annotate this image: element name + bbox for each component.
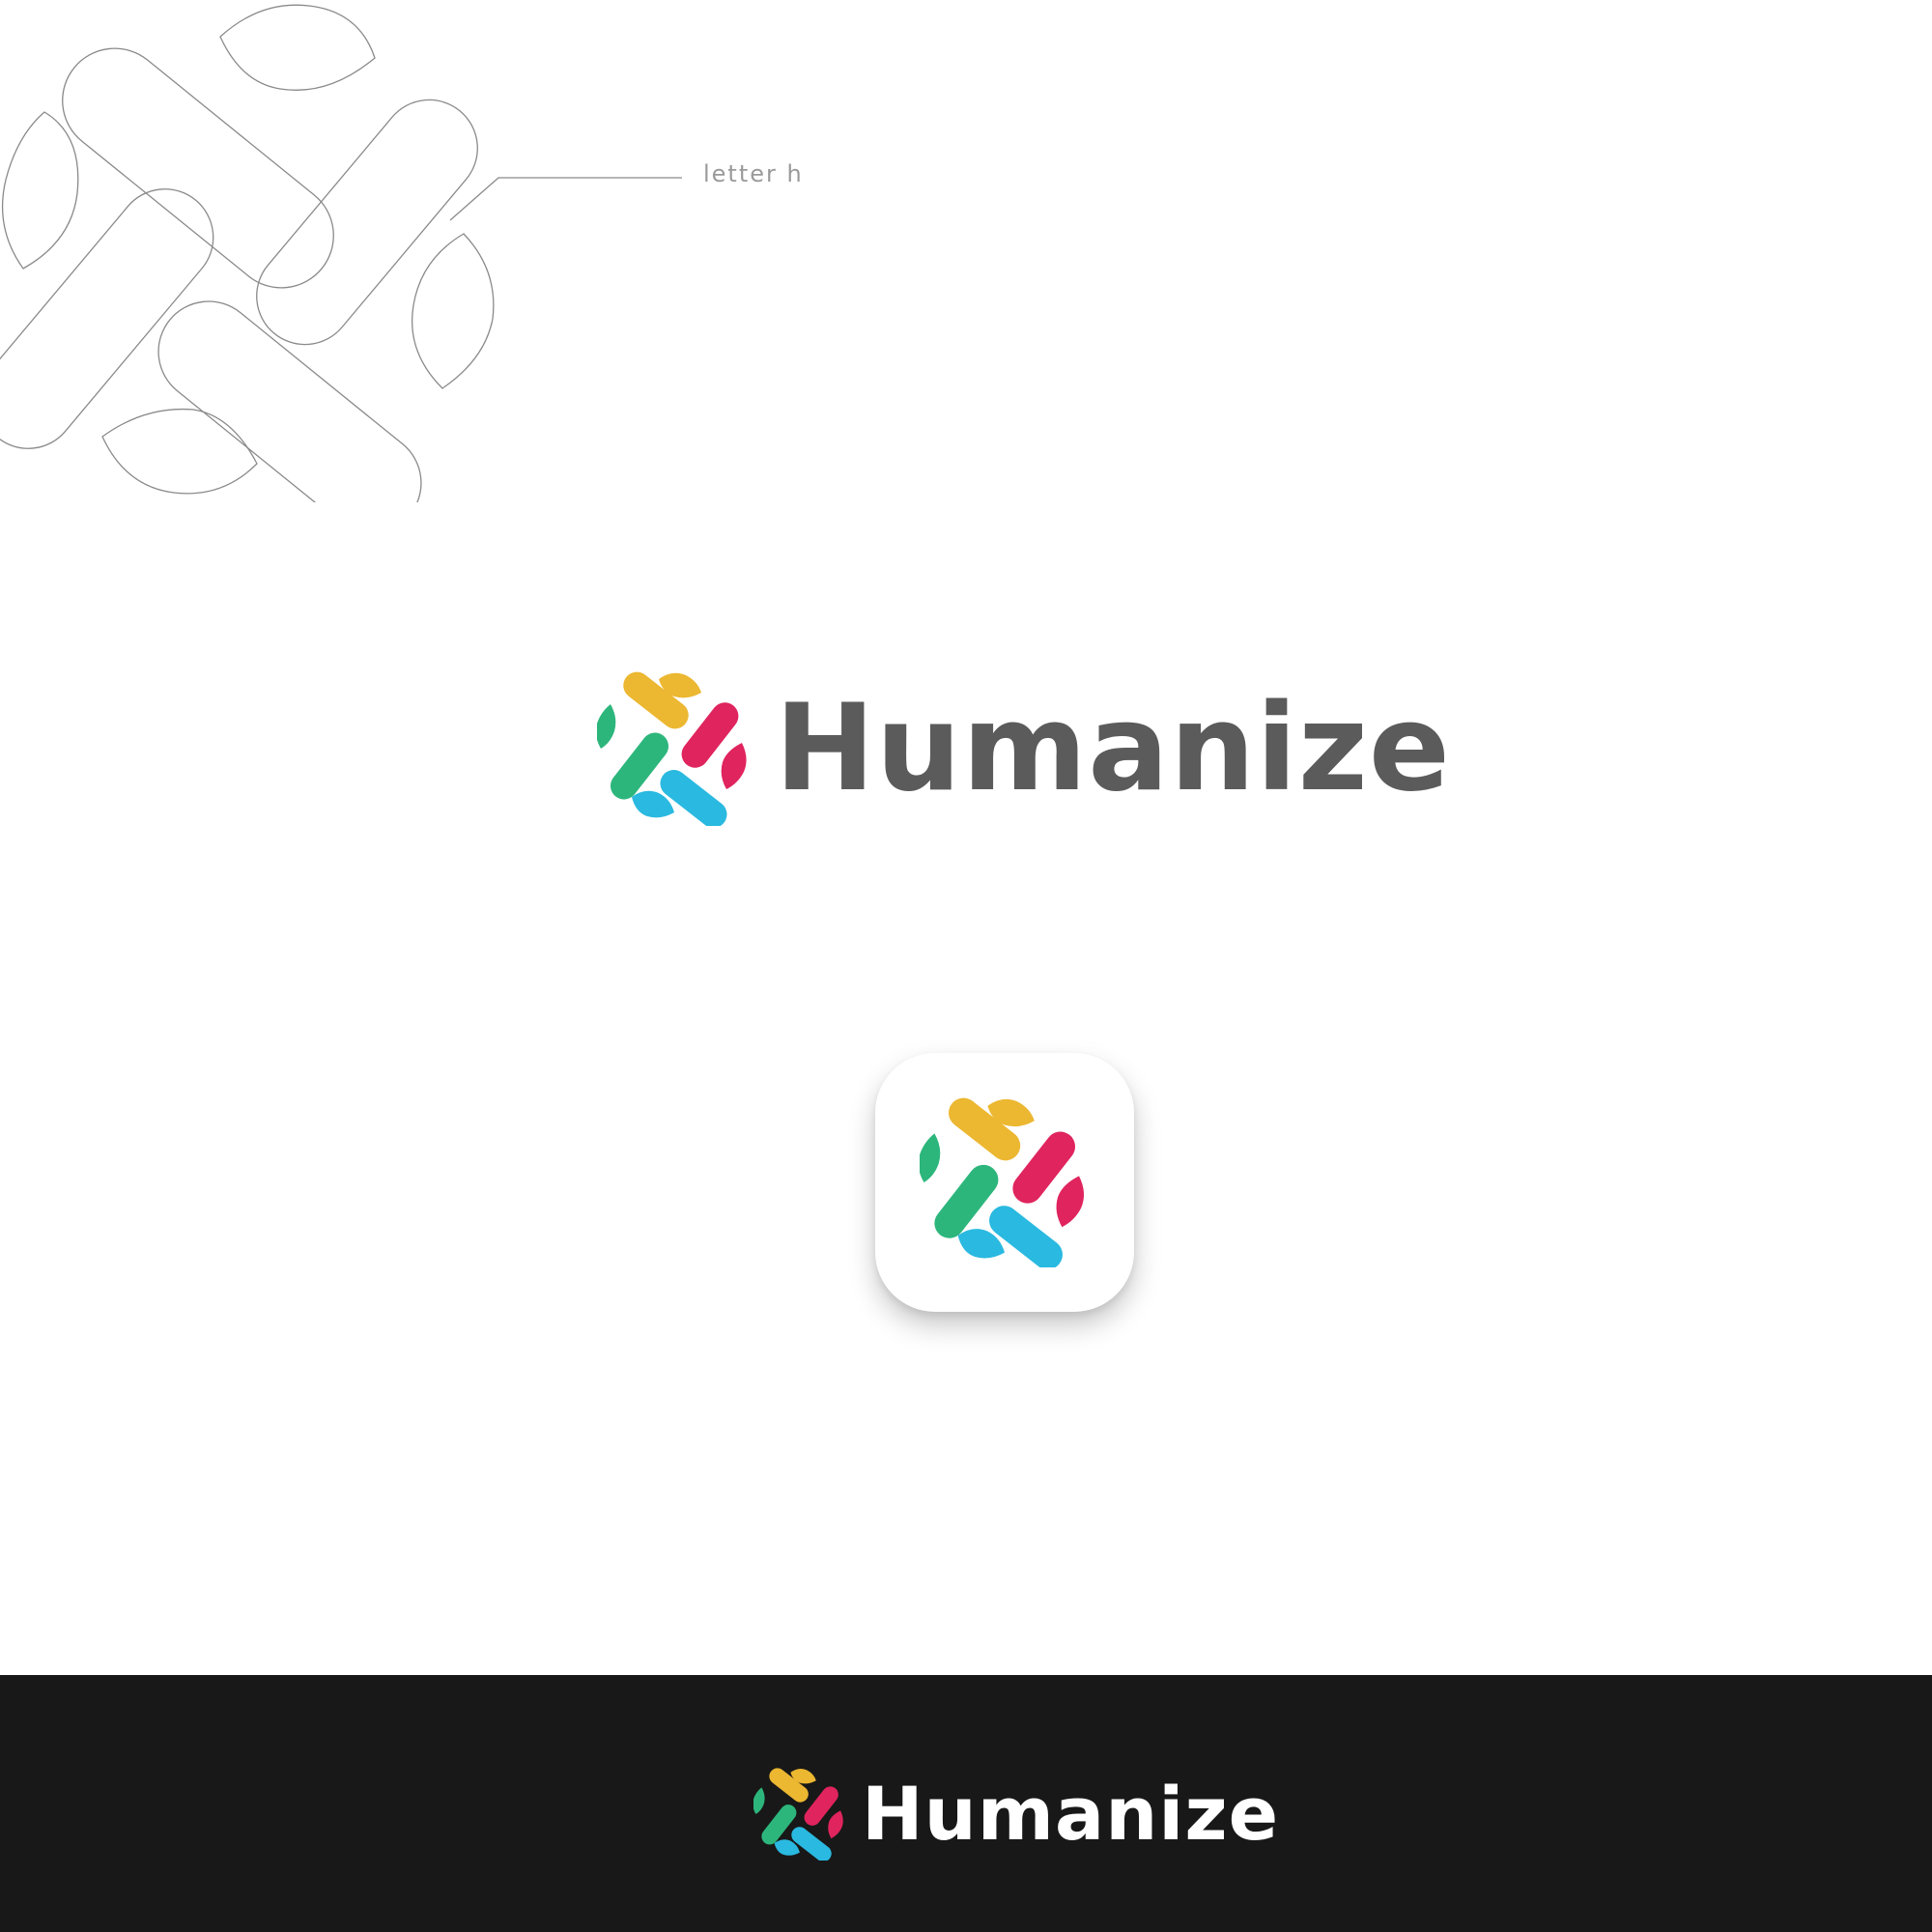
humanize-mark-icon	[753, 1768, 843, 1861]
callout-line	[449, 177, 682, 221]
sketch-leaf-right	[411, 233, 495, 389]
sketch-capsule-bottom	[157, 300, 422, 502]
dark-logo: Humanize	[753, 1766, 1279, 1862]
humanize-mark-icon	[920, 1097, 1085, 1267]
dark-wordmark: Humanize	[862, 1771, 1280, 1857]
app-icon	[875, 1053, 1134, 1312]
humanize-mark-icon	[597, 671, 747, 826]
sketch-leaf-bottom	[101, 408, 258, 495]
sketch-label: letter h	[703, 160, 804, 187]
main-wordmark: Humanize	[775, 679, 1451, 818]
main-logo: Humanize	[597, 667, 1451, 831]
